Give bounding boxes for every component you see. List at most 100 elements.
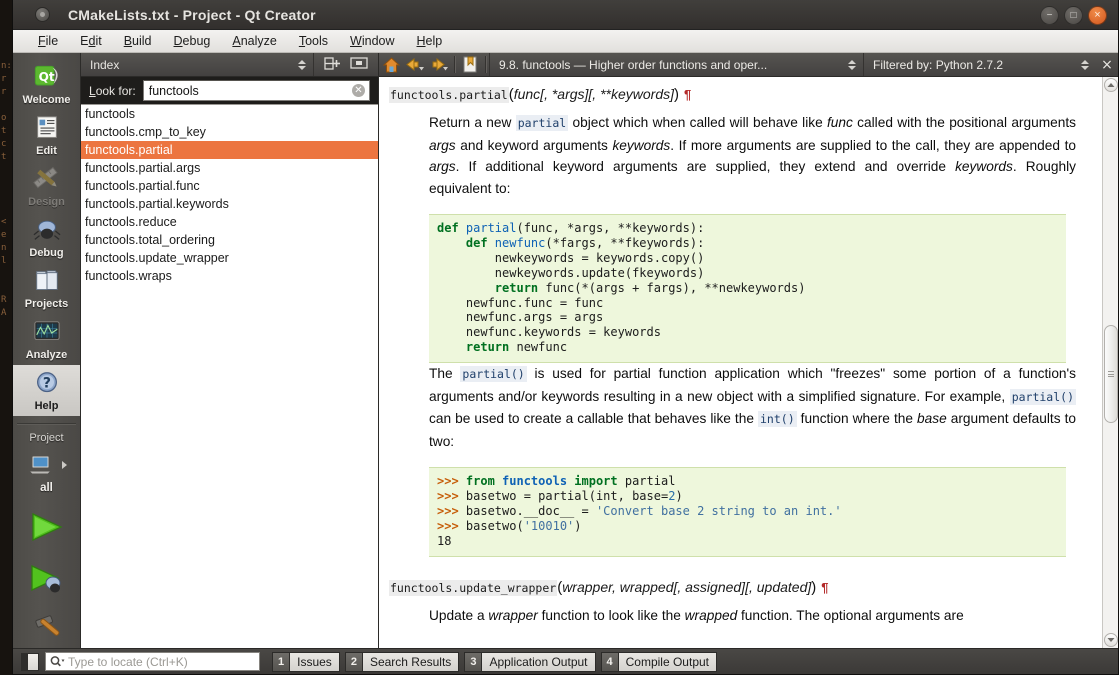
- close-window-button[interactable]: ×: [1088, 6, 1107, 25]
- mode-label-projects: Projects: [25, 298, 68, 310]
- code-token: ): [675, 489, 682, 503]
- mode-label-analyze: Analyze: [26, 349, 68, 361]
- qt-creator-window: CMakeLists.txt - Project - Qt Creator − …: [12, 0, 1119, 675]
- home-button[interactable]: [379, 54, 403, 76]
- build-button[interactable]: [28, 615, 66, 648]
- mode-label-welcome: Welcome: [22, 94, 70, 106]
- index-item-functools-partial[interactable]: functools.partial: [81, 141, 378, 159]
- mode-button-debug[interactable]: Debug: [13, 212, 80, 263]
- scrollbar-grip-icon: [1108, 371, 1114, 377]
- permalink-pilcrow[interactable]: ¶: [684, 87, 691, 102]
- index-search-wrapper[interactable]: ✕: [143, 80, 370, 101]
- index-list[interactable]: functools functools.cmp_to_key functools…: [81, 104, 378, 648]
- kit-selector[interactable]: [27, 453, 67, 477]
- documentation-view[interactable]: functools.partial(func[, *args][, **keyw…: [379, 77, 1102, 648]
- mode-button-analyze[interactable]: Analyze: [13, 314, 80, 365]
- mode-button-welcome[interactable]: Qt Welcome: [13, 59, 80, 110]
- svg-text:?: ?: [42, 375, 50, 391]
- output-pane-application-output[interactable]: 3 Application Output: [464, 652, 595, 672]
- index-search-input[interactable]: [149, 82, 352, 99]
- menu-item-window[interactable]: Window: [339, 32, 405, 50]
- output-pane-issues[interactable]: 1 Issues: [272, 652, 340, 672]
- mode-button-help[interactable]: ? Help: [13, 365, 80, 416]
- menu-item-build[interactable]: Build: [113, 32, 163, 50]
- code-token: return: [437, 340, 516, 354]
- back-arrow-icon: [406, 58, 425, 72]
- menu-bar: File Edit Build Debug Analyze Tools Wind…: [13, 30, 1118, 53]
- maximize-button[interactable]: □: [1064, 6, 1083, 25]
- oscilloscope-icon: [32, 319, 62, 347]
- help-view-selector-label: Index: [90, 58, 119, 72]
- scroll-down-button[interactable]: [1104, 633, 1118, 647]
- index-item-functools[interactable]: functools: [81, 105, 378, 123]
- output-pane-compile-output-number: 4: [601, 652, 618, 672]
- mode-button-edit[interactable]: Edit: [13, 110, 80, 161]
- help-sidebar-header: Index: [81, 53, 378, 77]
- output-pane-buttons: 1 Issues 2 Search Results 3 Application …: [272, 652, 722, 672]
- locator-input[interactable]: [68, 655, 255, 669]
- mode-label-help: Help: [35, 400, 59, 412]
- status-bar: 1 Issues 2 Search Results 3 Application …: [13, 648, 1118, 674]
- help-view-selector[interactable]: Index: [81, 53, 314, 76]
- title-bar: CMakeLists.txt - Project - Qt Creator − …: [13, 0, 1118, 30]
- sidebar-toggle-icon[interactable]: [21, 653, 39, 671]
- window-controls: − □ ×: [1035, 6, 1107, 25]
- output-pane-compile-output-label: Compile Output: [618, 652, 717, 672]
- menu-item-file[interactable]: File: [27, 32, 69, 50]
- desktop-computer-icon: [27, 453, 55, 477]
- svg-text:Qt: Qt: [38, 69, 54, 83]
- code-token: def: [437, 236, 495, 250]
- code-token: (*fargs, **fkeywords):: [545, 236, 704, 250]
- output-pane-compile-output[interactable]: 4 Compile Output: [601, 652, 718, 672]
- add-bookmark-icon[interactable]: [324, 56, 340, 74]
- inline-code-partial: partial: [516, 115, 568, 131]
- paragraph-update-wrapper-description: Update a wrapper function to look like t…: [429, 605, 1088, 627]
- index-item-functools-update-wrapper[interactable]: functools.update_wrapper: [81, 249, 378, 267]
- signature-2-qualified-name: functools.update_wrapper: [389, 580, 557, 596]
- code-token: return: [437, 281, 545, 295]
- scroll-up-button[interactable]: [1104, 78, 1118, 92]
- filter-selector[interactable]: Filtered by: Python 2.7.2: [864, 53, 1096, 76]
- window-menu-icon[interactable]: [35, 7, 50, 22]
- menu-item-edit[interactable]: Edit: [69, 32, 113, 50]
- clear-search-icon[interactable]: ✕: [352, 84, 365, 97]
- window-body: Qt Welcome Edit: [13, 53, 1118, 648]
- toolbar-separator-2: [485, 56, 486, 73]
- inline-code-partial-call-2: partial(): [1010, 389, 1076, 405]
- debug-button[interactable]: [28, 563, 66, 598]
- page-selector[interactable]: 9.8. functools — Higher order functions …: [489, 53, 864, 76]
- index-item-functools-partial-keywords[interactable]: functools.partial.keywords: [81, 195, 378, 213]
- menu-debug-rest: ebug: [183, 34, 211, 48]
- locator-field[interactable]: [45, 652, 260, 671]
- open-in-new-page-icon[interactable]: [350, 56, 368, 73]
- code-token: partial: [625, 474, 676, 488]
- index-item-functools-total-ordering[interactable]: functools.total_ordering: [81, 231, 378, 249]
- add-bookmark-page-button[interactable]: [458, 54, 482, 76]
- bug-icon: [32, 217, 62, 245]
- index-item-functools-partial-func[interactable]: functools.partial.func: [81, 177, 378, 195]
- mode-button-projects[interactable]: Projects: [13, 263, 80, 314]
- index-item-functools-partial-args[interactable]: functools.partial.args: [81, 159, 378, 177]
- menu-item-help[interactable]: Help: [406, 32, 454, 50]
- scrollbar-thumb[interactable]: [1104, 325, 1118, 423]
- menu-item-debug[interactable]: Debug: [163, 32, 222, 50]
- document-lines-icon: [32, 115, 62, 143]
- back-button[interactable]: [403, 54, 427, 76]
- permalink-pilcrow-2[interactable]: ¶: [821, 580, 828, 595]
- close-help-page-button[interactable]: ×: [1096, 54, 1118, 76]
- output-pane-search-results[interactable]: 2 Search Results: [345, 652, 460, 672]
- run-button[interactable]: [28, 511, 66, 546]
- menu-build-mnemonic: B: [124, 34, 132, 48]
- index-item-functools-wraps[interactable]: functools.wraps: [81, 267, 378, 285]
- forward-button[interactable]: [427, 54, 451, 76]
- code-token: >>>: [437, 504, 466, 518]
- documentation-scrollbar[interactable]: [1102, 77, 1118, 648]
- menu-item-analyze[interactable]: Analyze: [221, 32, 287, 50]
- code-token: newkeywords = keywords.copy(): [437, 251, 704, 265]
- menu-edit-rest: it: [95, 34, 101, 48]
- minimize-button[interactable]: −: [1040, 6, 1059, 25]
- code-block-doctest-example: >>> from functools import partial >>> ba…: [429, 467, 1066, 557]
- index-item-functools-cmp-to-key[interactable]: functools.cmp_to_key: [81, 123, 378, 141]
- menu-item-tools[interactable]: Tools: [288, 32, 339, 50]
- index-item-functools-reduce[interactable]: functools.reduce: [81, 213, 378, 231]
